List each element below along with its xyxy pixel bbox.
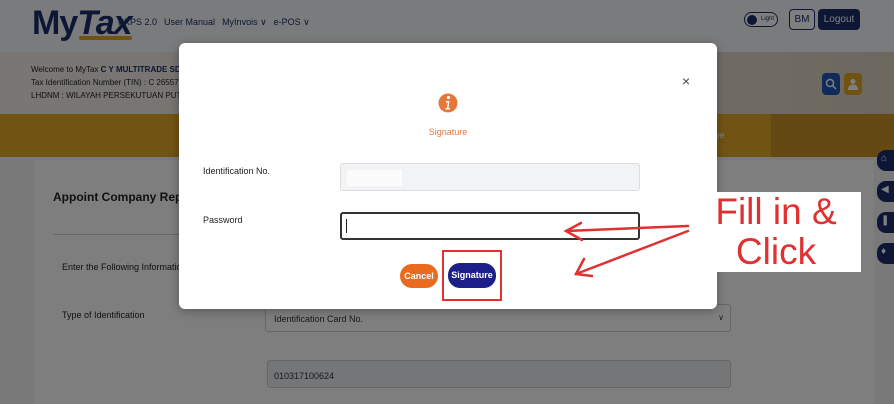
callout-line-2: Click [735,231,817,272]
callout-line-1: Fill in & [715,191,837,232]
arrow-to-signature [574,229,690,276]
annotation-callout: Fill in & Click [691,192,861,272]
arrow-to-password [564,224,690,233]
